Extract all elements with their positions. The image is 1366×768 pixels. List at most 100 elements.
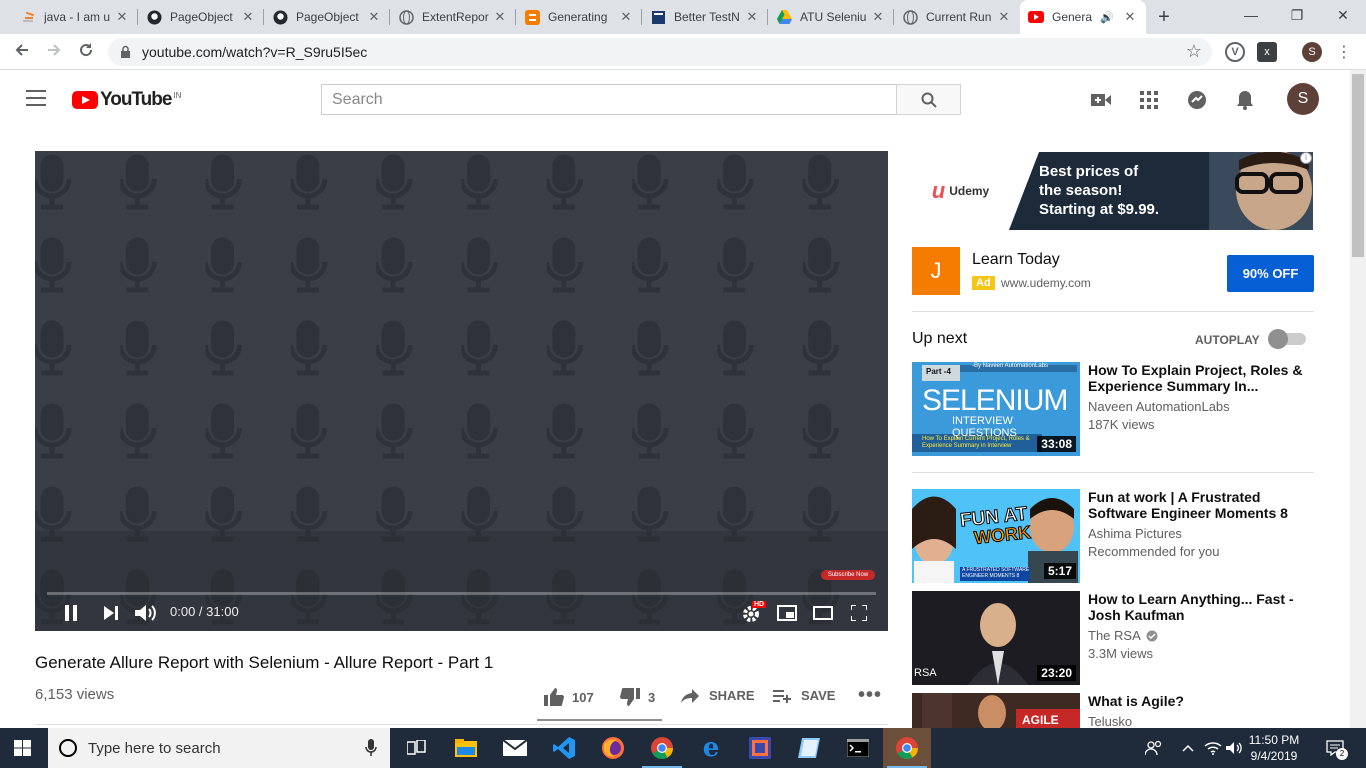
notifications-center-icon[interactable]: 2 [1320,728,1350,768]
chrome-menu-icon[interactable]: ⋮ [1334,42,1354,62]
close-icon[interactable]: ✕ [996,9,1012,25]
create-video-icon[interactable] [1089,88,1113,112]
ad-card[interactable]: J Learn Today Ad www.udemy.com 90% OFF [912,247,1314,297]
volume-button[interactable] [133,601,159,625]
settings-button[interactable]: HD [738,601,767,625]
account-avatar[interactable]: S [1287,83,1319,115]
ad-cta-button[interactable]: 90% OFF [1227,255,1314,292]
lock-icon [121,45,130,58]
people-icon[interactable] [1143,728,1165,768]
more-actions-icon[interactable]: ••• [858,684,882,707]
youtube-logo[interactable]: YouTube IN [72,89,181,111]
udemy-ad-banner[interactable]: u Udemy Best prices of the season! Start… [912,152,1313,230]
system-clock[interactable]: 11:50 PM 9/4/2019 [1243,732,1305,764]
duration-badge: 33:08 [1037,436,1076,452]
back-button[interactable] [10,40,34,64]
sticky-notes-icon[interactable] [785,728,833,768]
close-icon[interactable]: ✕ [492,9,508,25]
address-bar[interactable]: youtube.com/watch?v=R_S9ru5I5ec ☆ [108,38,1212,66]
close-icon[interactable]: ✕ [744,9,760,25]
next-button[interactable] [99,601,123,625]
vimium-extension-icon[interactable]: V [1225,42,1245,62]
command-prompt-icon[interactable] [834,728,882,768]
profile-avatar[interactable]: S [1302,42,1322,62]
browser-tab[interactable]: java - I am u ✕ [12,0,138,34]
chevron-up-icon[interactable] [1178,728,1198,768]
app-icon[interactable] [736,728,784,768]
notifications-bell-icon[interactable] [1233,88,1257,112]
channel-name[interactable]: Telusko [1088,714,1132,728]
menu-icon[interactable] [26,90,46,106]
bookmark-star-icon[interactable]: ☆ [1186,41,1202,62]
chrome-profile-icon[interactable] [883,728,931,768]
video-player[interactable]: Subscribe Now 0:00 / 31:00 HD [35,151,888,631]
subscribe-overlay-button[interactable]: Subscribe Now [821,570,875,580]
windows-start-icon[interactable] [14,740,31,756]
video-title[interactable]: Fun at work | A Frustrated Software Engi… [1088,489,1303,521]
taskbar-search-box[interactable]: Type here to search [48,728,390,768]
mail-icon[interactable] [491,728,539,768]
video-thumbnail[interactable]: FUN AT WORK A FRUSTRATED SOFTWARE ENGINE… [912,489,1080,583]
edge-icon[interactable]: e [687,728,735,768]
ad-info-icon[interactable]: i [1300,152,1312,164]
maximize-button[interactable]: ❐ [1274,0,1320,30]
close-window-button[interactable]: ✕ [1320,0,1366,30]
file-explorer-icon[interactable] [442,728,490,768]
like-button[interactable]: 107 [544,688,594,706]
browser-tab[interactable]: ATU Seleniu ✕ [768,0,894,34]
fullscreen-button[interactable] [846,601,872,625]
up-next-item[interactable]: Part -4 -By Naveen AutomationLabs SELENI… [912,362,1314,457]
close-icon[interactable]: ✕ [870,9,886,25]
extension-icon[interactable]: x [1257,42,1277,62]
video-thumbnail[interactable]: RSA 23:20 [912,591,1080,685]
volume-tray-icon[interactable] [1225,728,1245,768]
autoplay-toggle[interactable] [1268,329,1306,349]
browser-tab-active[interactable]: Genera 🔊 ✕ [1020,0,1146,34]
up-next-item[interactable]: FUN AT WORK A FRUSTRATED SOFTWARE ENGINE… [912,489,1314,584]
channel-name[interactable]: Naveen AutomationLabs [1088,399,1230,414]
miniplayer-button[interactable] [774,601,800,625]
progress-bar[interactable] [47,592,876,595]
dislike-button[interactable]: 3 [620,688,655,706]
firefox-icon[interactable] [589,728,637,768]
channel-name[interactable]: The RSA [1088,628,1158,643]
close-icon[interactable]: ✕ [1122,9,1138,25]
pause-button[interactable] [59,601,83,625]
new-tab-button[interactable]: + [1152,5,1176,29]
scrollbar-thumb[interactable] [1352,74,1364,257]
video-thumbnail[interactable]: AGILE [912,693,1080,728]
wifi-icon[interactable] [1202,728,1224,768]
apps-grid-icon[interactable] [1137,88,1161,112]
search-input[interactable]: Search [321,84,897,115]
search-button[interactable] [896,84,961,115]
chrome-icon[interactable] [638,728,686,768]
speaker-icon[interactable]: 🔊 [1100,11,1114,24]
theater-mode-button[interactable] [810,601,836,625]
channel-name[interactable]: Ashima Pictures [1088,526,1182,541]
video-thumbnail[interactable]: Part -4 -By Naveen AutomationLabs SELENI… [912,362,1080,456]
forward-button[interactable] [42,40,66,64]
browser-tab[interactable]: PageObject ✕ [264,0,390,34]
browser-tab[interactable]: ExtentRepor ✕ [390,0,516,34]
vscode-icon[interactable] [540,728,588,768]
minimize-button[interactable]: — [1228,0,1274,30]
video-title[interactable]: How To Explain Project, Roles & Experien… [1088,362,1303,394]
messages-icon[interactable] [1185,88,1209,112]
save-button[interactable]: SAVE [773,688,835,703]
page-scrollbar[interactable] [1350,70,1366,728]
up-next-item[interactable]: RSA 23:20 How to Learn Anything... Fast … [912,591,1314,686]
video-title[interactable]: How to Learn Anything... Fast - Josh Kau… [1088,591,1303,623]
share-button[interactable]: SHARE [681,688,755,703]
close-icon[interactable]: ✕ [366,9,382,25]
close-icon[interactable]: ✕ [240,9,256,25]
close-icon[interactable]: ✕ [618,9,634,25]
browser-tab[interactable]: Current Run ✕ [894,0,1020,34]
video-title[interactable]: What is Agile? [1088,693,1303,709]
browser-tab[interactable]: Generating ✕ [516,0,642,34]
up-next-item[interactable]: AGILE What is Agile? Telusko [912,693,1314,728]
browser-tab[interactable]: PageObject ✕ [138,0,264,34]
task-view-icon[interactable] [393,728,441,768]
close-icon[interactable]: ✕ [114,9,130,25]
browser-tab[interactable]: Better TestN ✕ [642,0,768,34]
reload-button[interactable] [74,40,98,64]
